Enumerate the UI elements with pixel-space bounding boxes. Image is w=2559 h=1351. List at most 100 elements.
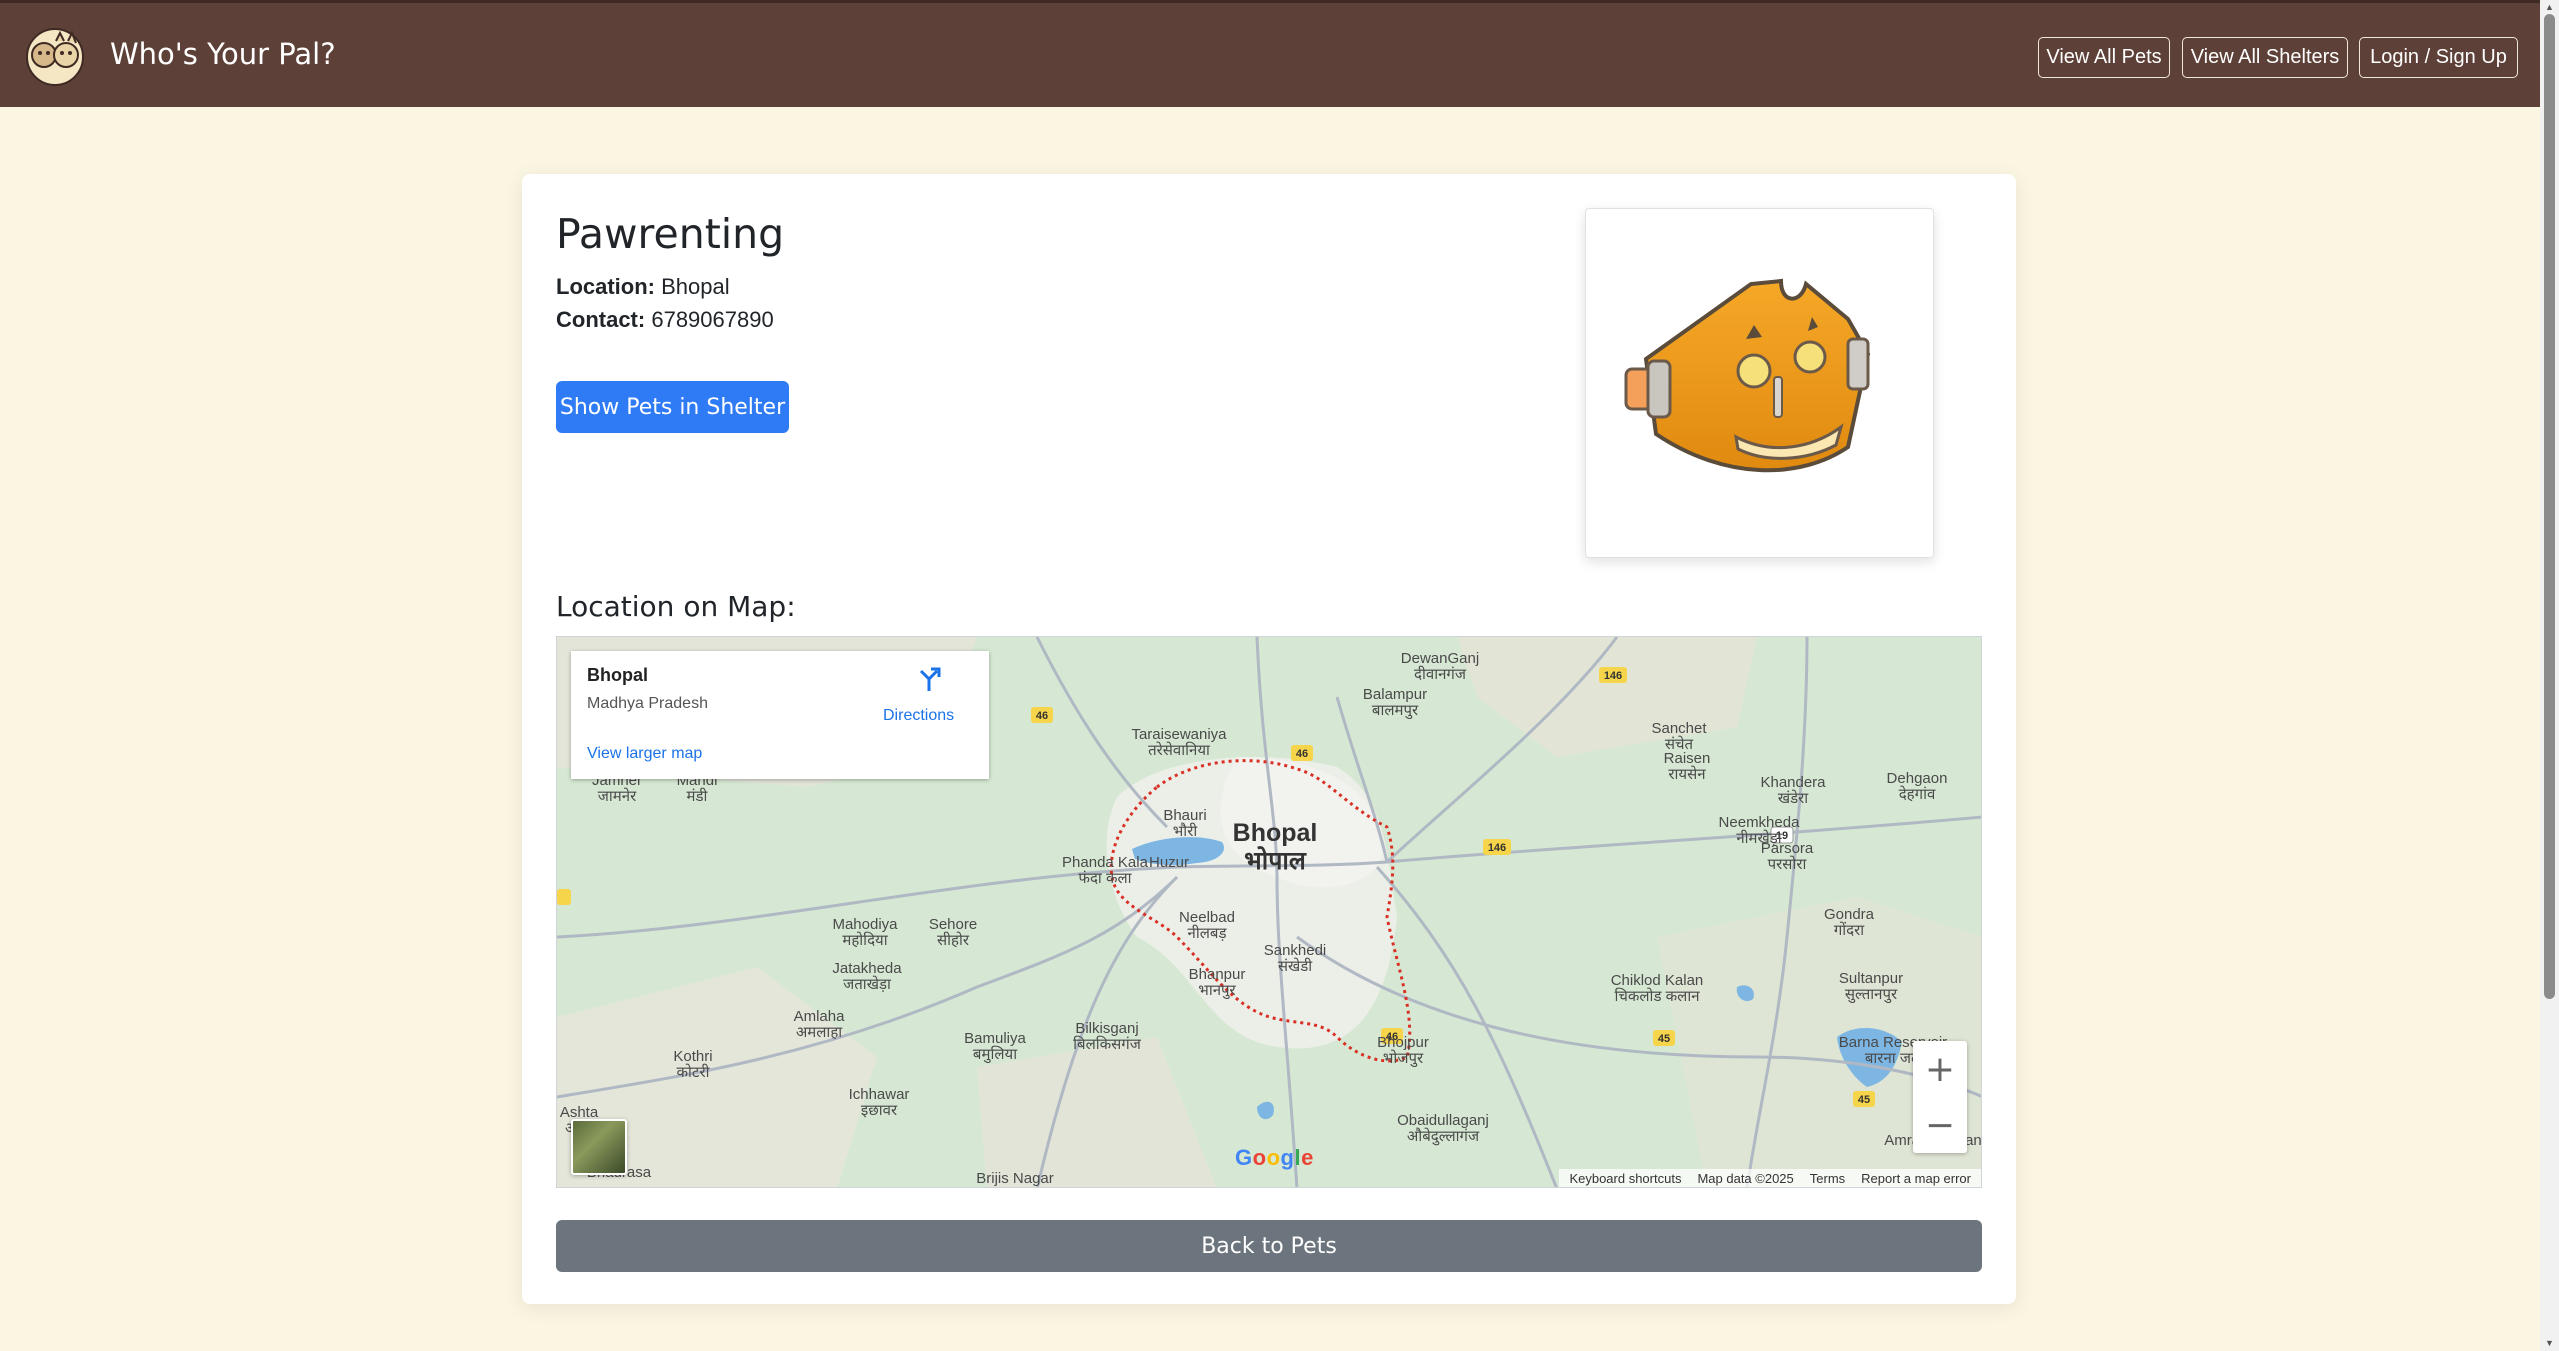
map-place-label: Bhanpur [1189,966,1246,983]
view-larger-map-link[interactable]: View larger map [587,745,702,763]
map-place-label: Parsora [1761,840,1814,857]
zoom-controls: + − [1913,1041,1967,1153]
view-all-shelters-button[interactable]: View All Shelters [2182,37,2348,78]
map-place-label: Dehgaon [1887,770,1948,787]
shelter-name: Pawrenting [556,210,785,258]
map-place-label-hi: बिलकिसगंज [1073,1035,1142,1053]
map-place-label: Bhojpur [1377,1034,1429,1051]
satellite-toggle[interactable] [571,1119,627,1175]
zoom-in-button[interactable]: + [1913,1041,1967,1097]
map-place-label: Amlaha [794,1008,846,1025]
map-place-label: Khandera [1760,774,1826,791]
keyboard-shortcuts-link[interactable]: Keyboard shortcuts [1569,1171,1681,1186]
map-place-label-hi: देहगांव [1899,785,1936,803]
map-place-label-hi: संखेडी [1278,957,1313,975]
map-place-label-hi: भौरी [1173,822,1199,840]
map-place-label: Bilkisganj [1075,1020,1138,1037]
map-place-label-hi: कोटरी [677,1063,711,1081]
map-place-label: Gondra [1824,906,1875,923]
svg-text:46: 46 [1296,748,1308,760]
map-place-label: Phanda Kala [1062,854,1149,871]
location-line: Location: Bhopal [556,274,730,300]
map-place-label-hi: फंदा कला [1078,870,1132,887]
map-place-label-hi: भानपुर [1198,982,1236,1000]
map-info-window: Bhopal Madhya Pradesh Directions View la… [571,651,989,779]
map-place-label-hi: जामनेर [598,787,637,805]
map-place-label-hi: अमलाहा [796,1024,843,1041]
map-place-label-hi: सुल्तानपुर [1845,986,1898,1004]
view-all-pets-button[interactable]: View All Pets [2038,37,2170,78]
map-place-label: Bhauri [1163,807,1206,824]
svg-text:146: 146 [1604,670,1622,682]
map-place-label-hi: सीहोर [937,931,970,949]
map-place-title: Bhopal [587,665,648,685]
map-place-label-hi: भोजपुर [1383,1049,1424,1068]
back-to-pets-button[interactable]: Back to Pets [556,1220,1982,1272]
map-place-label: Ichhawar [849,1086,910,1103]
map-place-label: DewanGanj [1401,650,1479,667]
map-place-label-hi: बालमपुर [1372,702,1419,720]
login-signup-button[interactable]: Login / Sign Up [2359,37,2518,78]
map-place-label: Bamuliya [964,1030,1026,1047]
location-value: Bhopal [661,274,730,299]
map-place-label: Taraisewaniya [1131,726,1227,743]
map-place-label: Jatakheda [832,960,902,977]
map-place-label-hi: परसोरा [1768,855,1808,873]
contact-line: Contact: 6789067890 [556,307,774,333]
svg-text:146: 146 [1488,842,1506,854]
map-place-label-hi: जताखेड़ा [843,975,892,993]
contact-value: 6789067890 [651,307,774,332]
map-place-label-hi: तरेसेवानिया [1148,741,1211,759]
location-label: Location: [556,274,655,299]
svg-text:46: 46 [1036,710,1048,722]
map-place-label-hi: महोदिया [842,931,888,949]
shelter-image [1585,208,1934,558]
contact-label: Contact: [556,307,646,332]
map-place-label: Obaidullaganj [1397,1112,1489,1129]
svg-text:45: 45 [1658,1033,1670,1045]
brand-title[interactable]: Who's Your Pal? [110,37,336,71]
pets-logo-icon[interactable] [22,27,88,87]
embedded-map[interactable]: 46 46 146 146 19 46 45 45 Bhopal भोपाल D… [556,636,1982,1188]
navbar: Who's Your Pal? View All Pets View All S… [0,0,2540,107]
map-place-label-hi: दीवानगंज [1414,665,1467,683]
map-footer: Keyboard shortcuts Map data ©2025 Terms … [1559,1169,1981,1187]
svg-text:45: 45 [1858,1094,1870,1106]
map-place-label-hi: मंडी [687,787,709,805]
shelter-card: Pawrenting Location: Bhopal Contact: 678… [522,174,2016,1304]
scroll-down-icon[interactable]: ▼ [2544,1338,2555,1348]
city-label: Bhopal [1233,819,1318,847]
terms-link[interactable]: Terms [1810,1171,1845,1186]
map-place-label: Chiklod Kalan [1611,972,1704,989]
map-place-label-hi: बमुलिया [973,1045,1018,1064]
map-place-label-hi: नीलबड़ [1188,924,1228,942]
scroll-up-icon[interactable]: ▲ [2544,2,2555,12]
map-place-label: Mahodiya [832,916,898,933]
map-place-label-hi: गोंदरा [1834,921,1865,939]
directions-link[interactable]: Directions [883,707,954,725]
map-place-label: Raisen [1664,750,1711,767]
map-place-label-hi: रायसेन [1668,765,1706,783]
google-logo: Google [1235,1145,1314,1170]
map-place-label: Balampur [1363,686,1427,703]
map-place-label-hi: चिकलोड कलान [1614,987,1700,1005]
map-place-label: Neelbad [1179,909,1235,926]
map-place-label-hi: इछावर [861,1102,898,1119]
map-place-label: Neemkheda [1719,814,1801,831]
map-place-label-hi: औबेदुल्लागंज [1407,1127,1480,1146]
report-error-link[interactable]: Report a map error [1861,1171,1971,1186]
show-pets-button[interactable]: Show Pets in Shelter [556,381,789,433]
page-scrollbar[interactable]: ▲ ▼ [2540,0,2559,1351]
map-place-label: Brijis Nagar [976,1170,1054,1187]
map-place-label: Sultanpur [1839,970,1903,987]
google-g: G [1235,1145,1253,1170]
robot-head-icon [1624,278,1871,473]
zoom-out-button[interactable]: − [1913,1097,1967,1153]
scroll-thumb[interactable] [2544,14,2555,999]
map-heading: Location on Map: [556,590,796,623]
map-place-subtitle: Madhya Pradesh [587,695,708,712]
map-place-label-hi: खंडेरा [1778,789,1809,807]
map-place-label: Kothri [673,1048,712,1065]
directions-icon[interactable] [915,665,943,693]
map-place-label: Sanchet [1651,720,1707,737]
